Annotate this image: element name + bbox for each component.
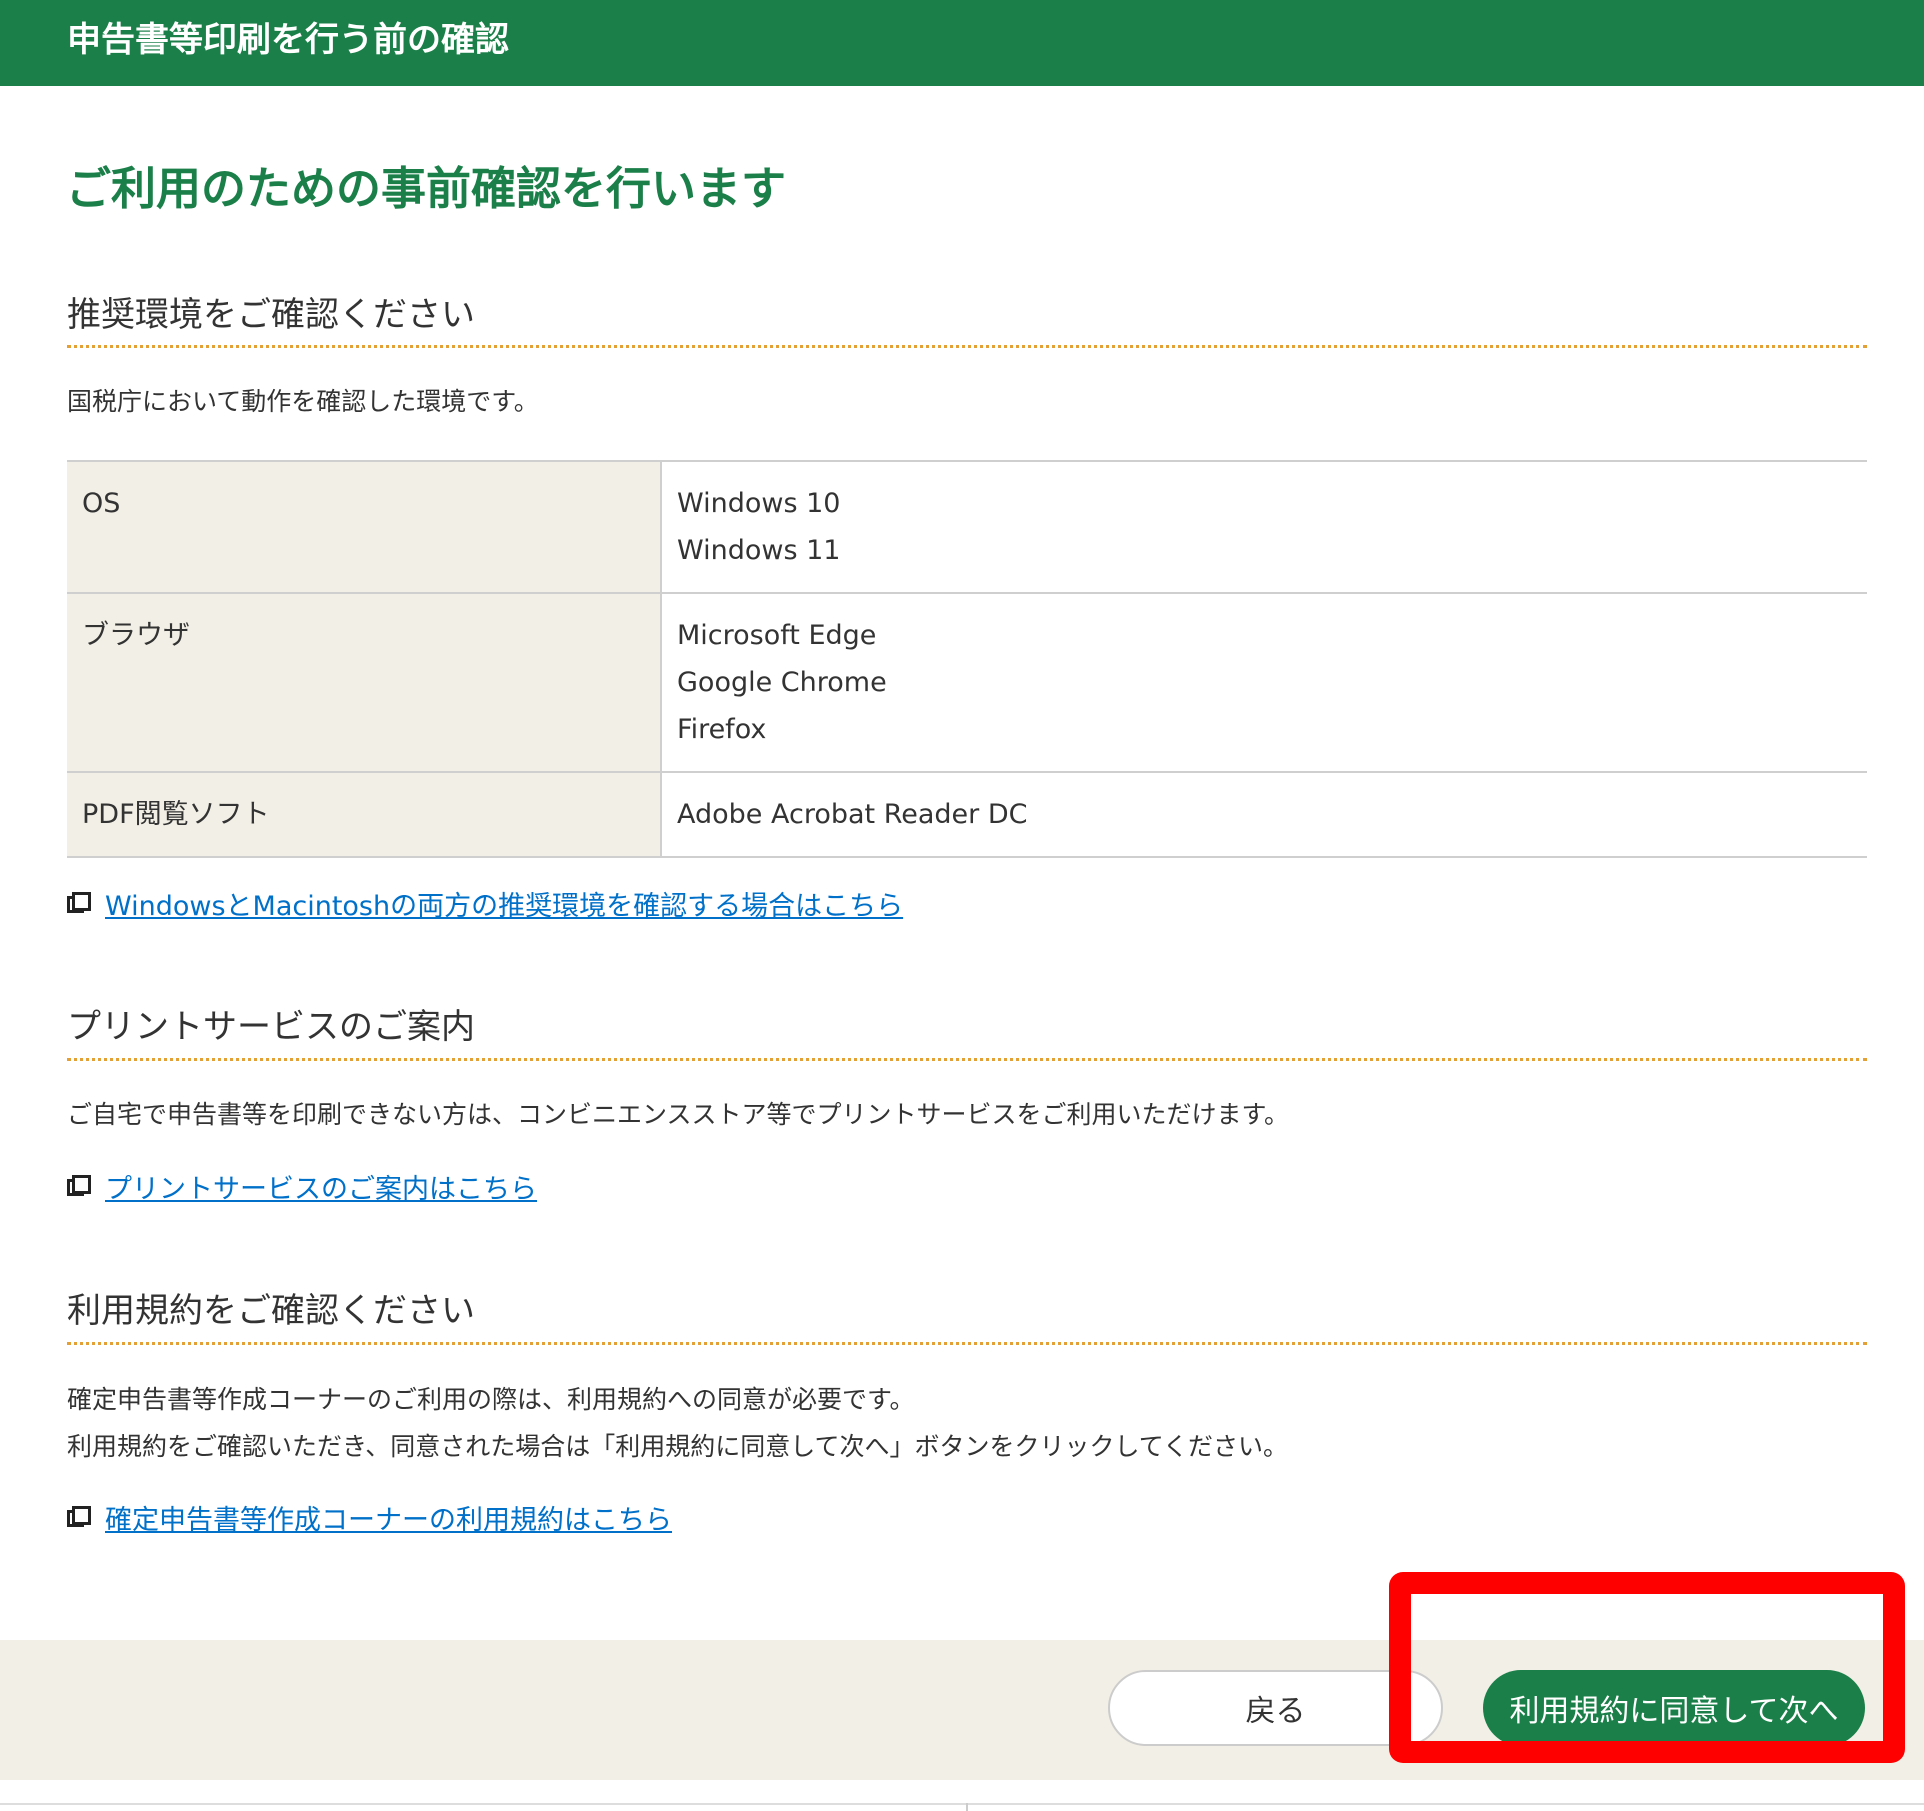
- new-window-icon: [67, 1174, 91, 1199]
- highlight-box: [1389, 1572, 1905, 1763]
- recommended-env-heading: 推奨環境をご確認ください: [67, 295, 475, 335]
- print-service-link-row[interactable]: プリントサービスのご案内はこちら: [67, 1167, 537, 1206]
- terms-link[interactable]: 確定申告書等作成コーナーの利用規約はこちら: [105, 1498, 672, 1537]
- header-title: 申告書等印刷を行う前の確認: [67, 20, 509, 60]
- row-label-browser: ブラウザ: [82, 620, 190, 651]
- print-service-link[interactable]: プリントサービスのご案内はこちら: [105, 1167, 537, 1206]
- row-label-os: OS: [82, 488, 121, 519]
- new-window-icon: [67, 891, 91, 916]
- row-value: Adobe Acrobat Reader DC: [677, 799, 1028, 830]
- terms-text-line2: 利用規約をご確認いただき、同意された場合は「利用規約に同意して次へ」ボタンをクリ…: [67, 1432, 1289, 1461]
- row-value: Firefox: [677, 714, 767, 745]
- header-bar: 申告書等印刷を行う前の確認: [0, 0, 1924, 86]
- terms-text-line1: 確定申告書等作成コーナーのご利用の際は、利用規約への同意が必要です。: [67, 1385, 915, 1414]
- row-value: Windows 10: [677, 488, 841, 519]
- print-service-heading: プリントサービスのご案内: [67, 1007, 475, 1047]
- recommended-env-table: OS Windows 10 Windows 11 ブラウザ Microsoft …: [67, 460, 1867, 858]
- table-row: OS Windows 10 Windows 11: [67, 460, 1867, 594]
- table-value-cell: Adobe Acrobat Reader DC: [661, 771, 1867, 858]
- bottom-divider-tick: [966, 1803, 968, 1811]
- table-label-cell: ブラウザ: [67, 592, 662, 773]
- table-label-cell: OS: [67, 460, 662, 594]
- section-divider: [67, 345, 1867, 348]
- section-divider: [67, 1058, 1867, 1061]
- table-value-cell: Windows 10 Windows 11: [661, 460, 1867, 594]
- terms-link-row[interactable]: 確定申告書等作成コーナーの利用規約はこちら: [67, 1498, 672, 1537]
- section-divider: [67, 1342, 1867, 1345]
- row-value: Google Chrome: [677, 667, 887, 698]
- recommended-env-intro: 国税庁において動作を確認した環境です。: [67, 387, 539, 416]
- table-row: ブラウザ Microsoft Edge Google Chrome Firefo…: [67, 592, 1867, 773]
- row-value: Windows 11: [677, 535, 841, 566]
- terms-heading: 利用規約をご確認ください: [67, 1291, 475, 1331]
- page-title: ご利用のための事前確認を行います: [66, 162, 787, 215]
- row-label-pdf-viewer: PDF閲覧ソフト: [82, 799, 270, 830]
- new-window-icon: [67, 1505, 91, 1530]
- bottom-divider: [0, 1803, 1924, 1805]
- table-row: PDF閲覧ソフト Adobe Acrobat Reader DC: [67, 771, 1867, 858]
- print-service-text: ご自宅で申告書等を印刷できない方は、コンビニエンスストア等でプリントサービスをご…: [67, 1100, 1290, 1129]
- recommended-env-link-row[interactable]: WindowsとMacintoshの両方の推奨環境を確認する場合はこちら: [67, 884, 903, 923]
- recommended-env-link[interactable]: WindowsとMacintoshの両方の推奨環境を確認する場合はこちら: [105, 884, 903, 923]
- row-value: Microsoft Edge: [677, 620, 877, 651]
- table-value-cell: Microsoft Edge Google Chrome Firefox: [661, 592, 1867, 773]
- table-label-cell: PDF閲覧ソフト: [67, 771, 662, 858]
